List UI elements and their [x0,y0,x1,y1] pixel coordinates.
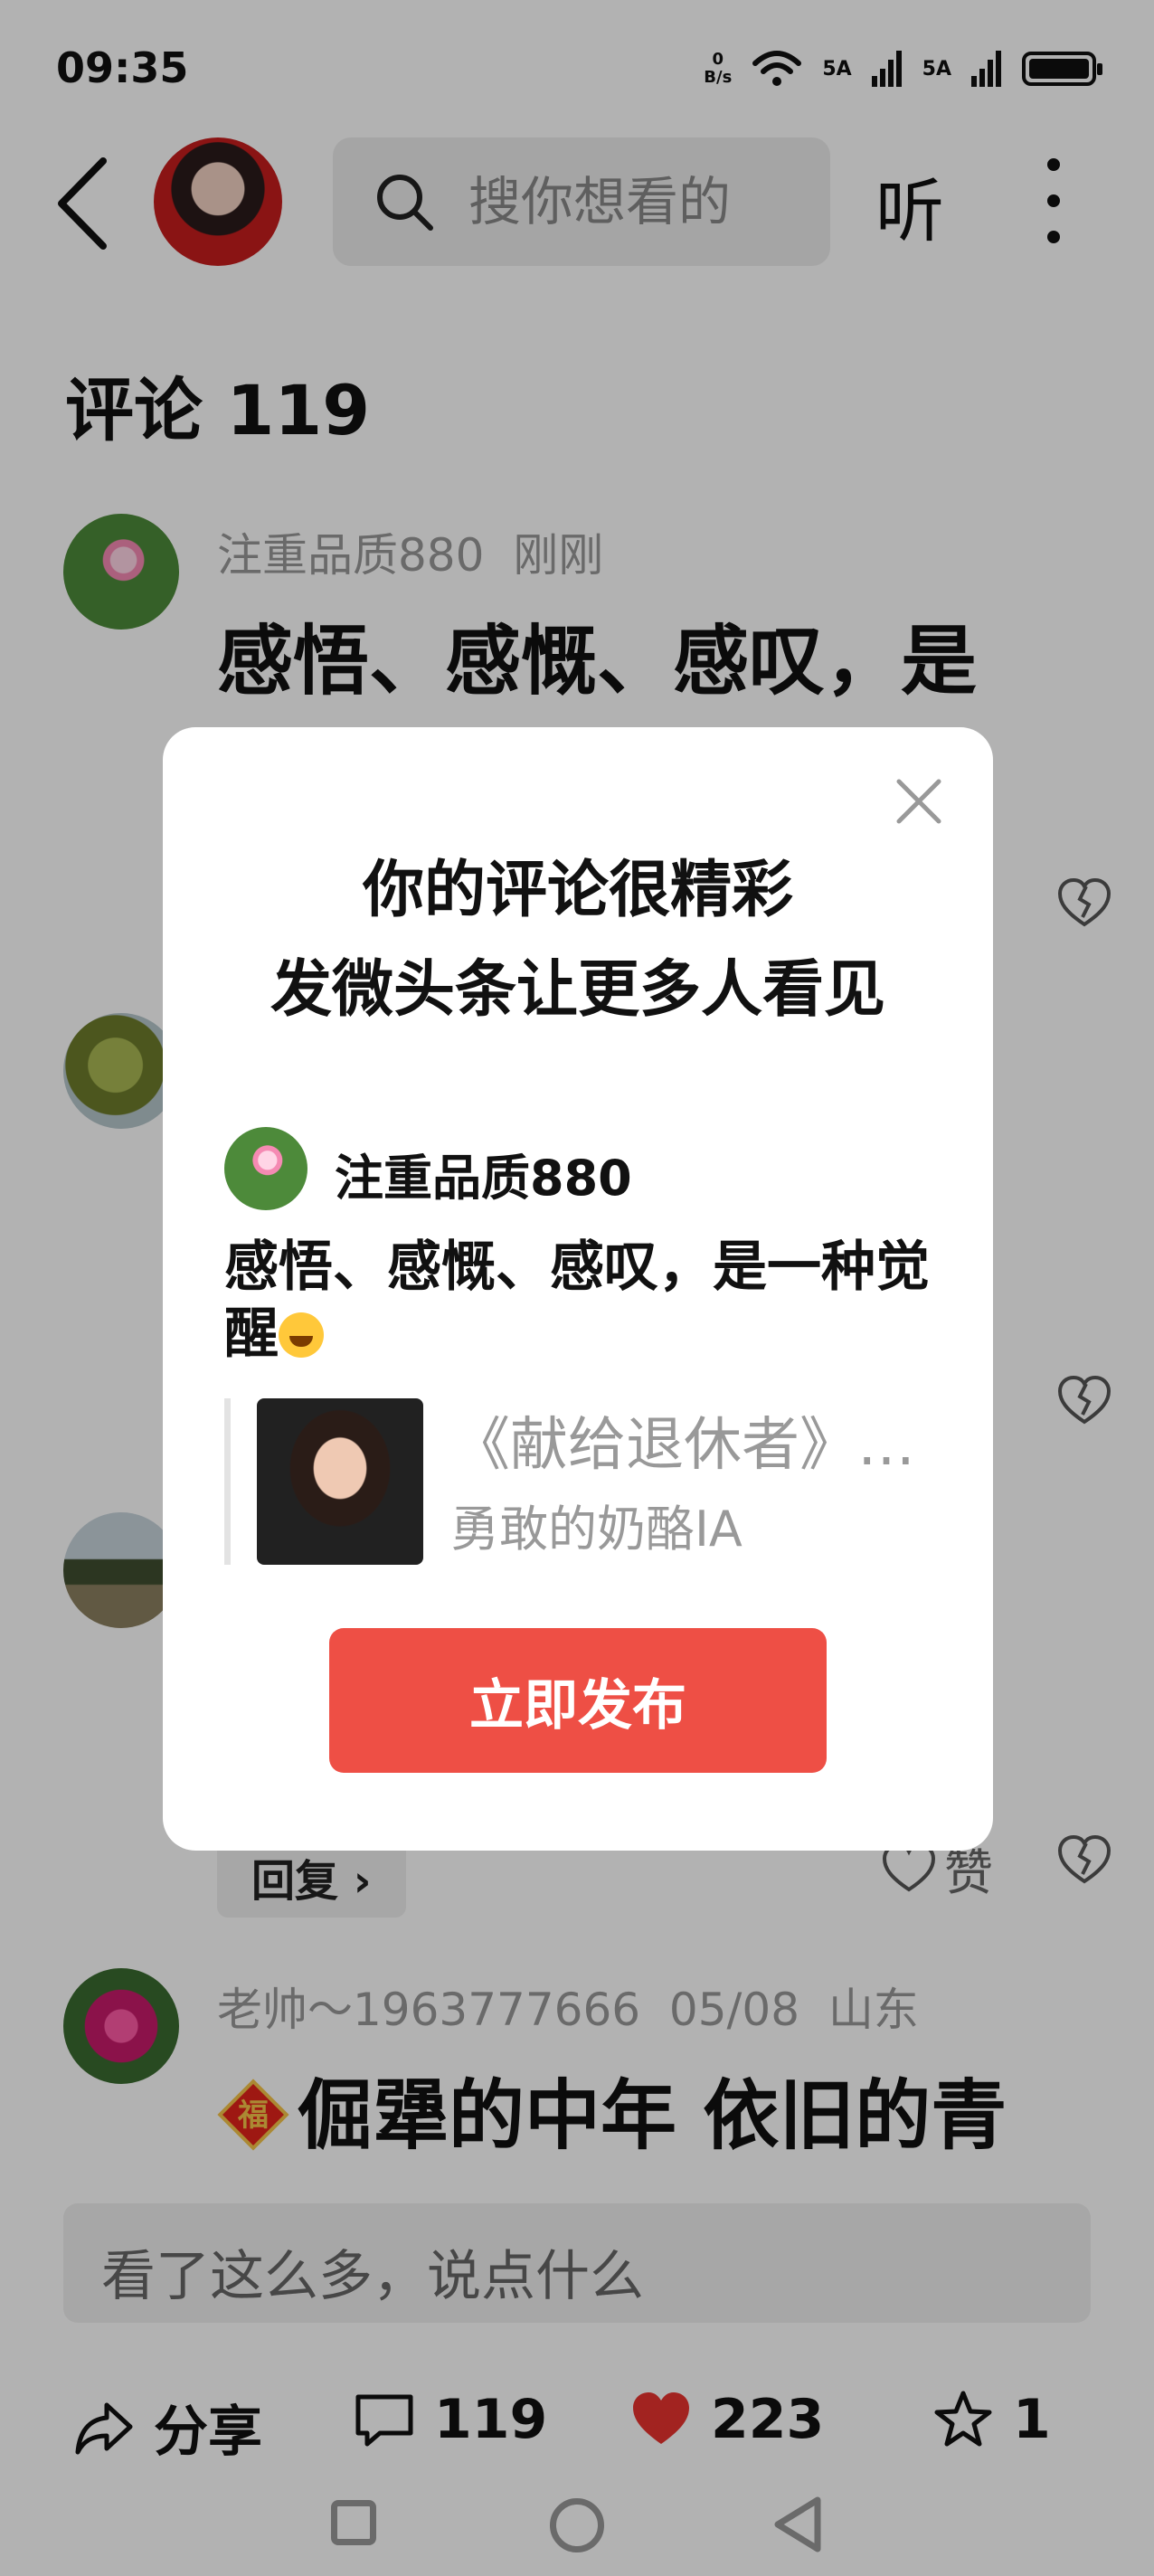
dialog-comment-text: 感悟、感慨、感叹，是一种觉醒 [224,1236,930,1366]
article-thumbnail [257,1398,423,1565]
grin-emoji-icon [279,1312,324,1358]
close-icon[interactable] [894,776,944,827]
article-title: 《献给退休者》… [452,1412,915,1479]
dialog-user-avatar [224,1127,307,1210]
dialog-title-line2: 发微头条让更多人看见 [270,954,885,1026]
dialog-title-line1: 你的评论很精彩 [362,855,793,926]
article-author: 勇敢的奶酪IA [450,1501,743,1558]
dialog-user-name: 注重品质880 [335,1150,632,1207]
share-comment-dialog: 你的评论很精彩 发微头条让更多人看见 注重品质880 感悟、感慨、感叹，是一种觉… [163,727,993,1851]
quote-divider [224,1398,231,1565]
publish-button[interactable]: 立即发布 [329,1628,827,1773]
